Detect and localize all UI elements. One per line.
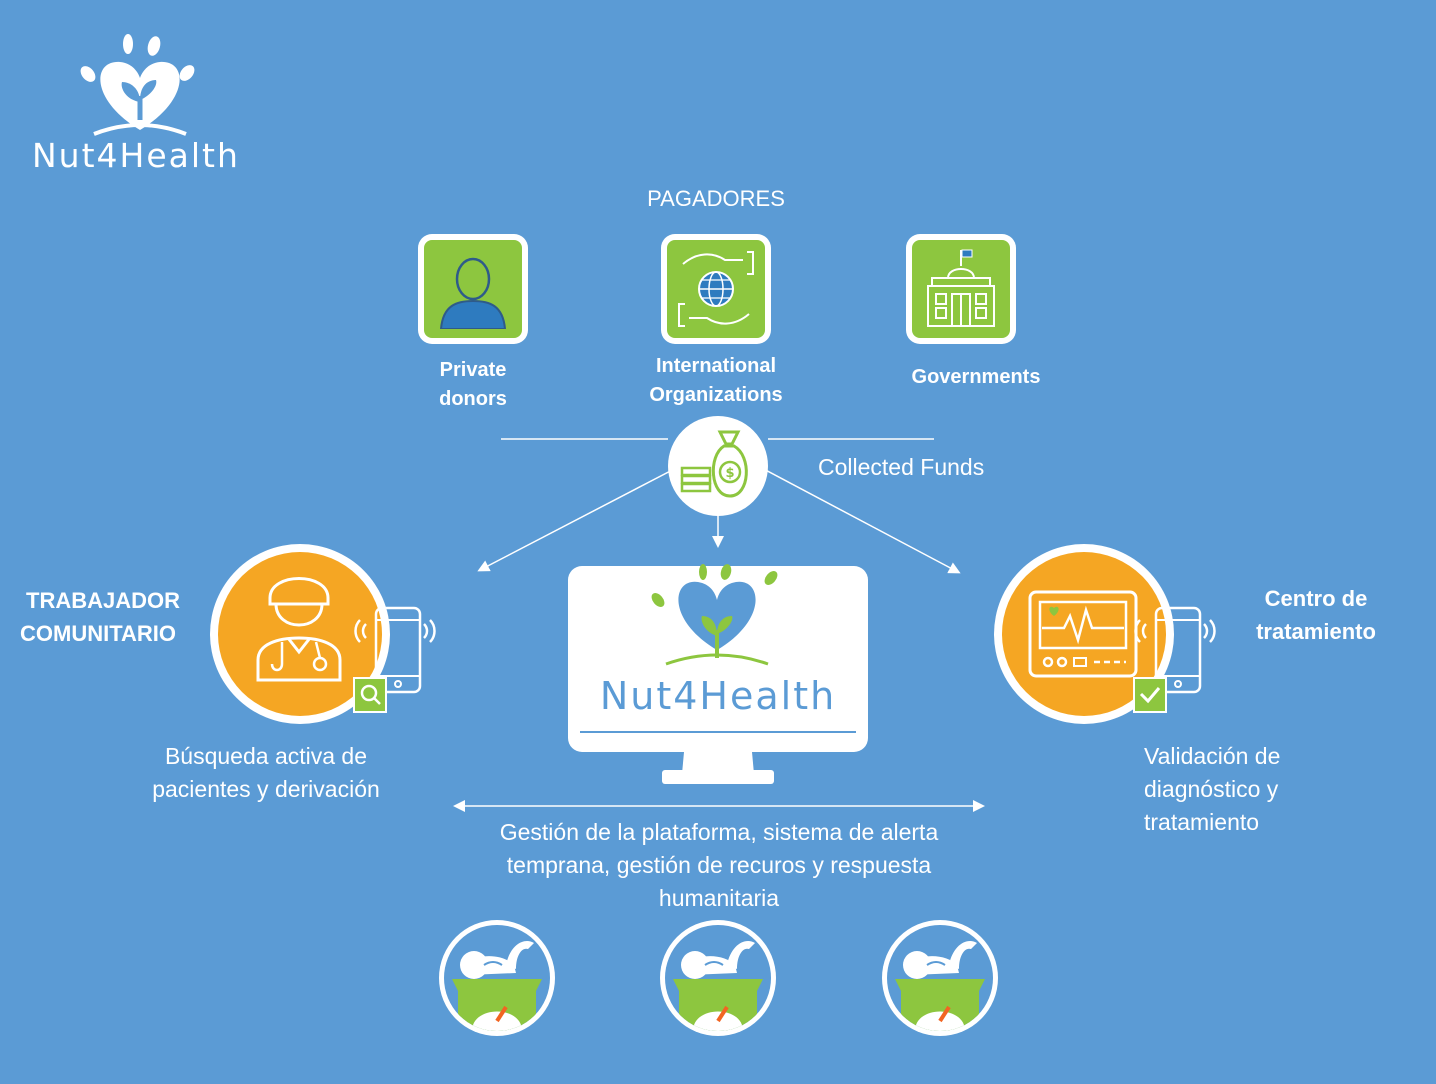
- baby-scale-icon: [895, 941, 985, 1031]
- baby-scale-circle-2: [660, 920, 776, 1036]
- baby-scale-circle-1: [439, 920, 555, 1036]
- treatment-center-description: Validación de diagnóstico y tratamiento: [1144, 743, 1281, 835]
- money-bag-icon: $: [680, 430, 748, 498]
- monitor-icon: [568, 564, 868, 784]
- community-worker-description: Búsqueda activa de pacientes y derivació…: [152, 743, 380, 802]
- collected-funds-circle: $: [668, 416, 768, 516]
- collected-funds-label: Collected Funds: [818, 454, 985, 480]
- baby-scale-icon: [452, 941, 542, 1031]
- baby-scale-icon: [673, 941, 763, 1031]
- svg-text:$: $: [725, 466, 734, 481]
- community-worker-title: TRABAJADOR COMUNITARIO: [20, 588, 180, 646]
- arrow-to-community-worker: [477, 465, 681, 572]
- platform-logo-text: Nut4Health: [599, 674, 837, 718]
- phone-search-icon: [353, 606, 436, 713]
- treatment-center-title: Centro de tratamiento: [1256, 586, 1376, 644]
- baby-scale-circle-3: [882, 920, 998, 1036]
- phone-check-icon: [1133, 606, 1216, 713]
- platform-description: Gestión de la plataforma, sistema de ale…: [499, 819, 939, 911]
- arrow-to-treatment-center: [757, 465, 961, 574]
